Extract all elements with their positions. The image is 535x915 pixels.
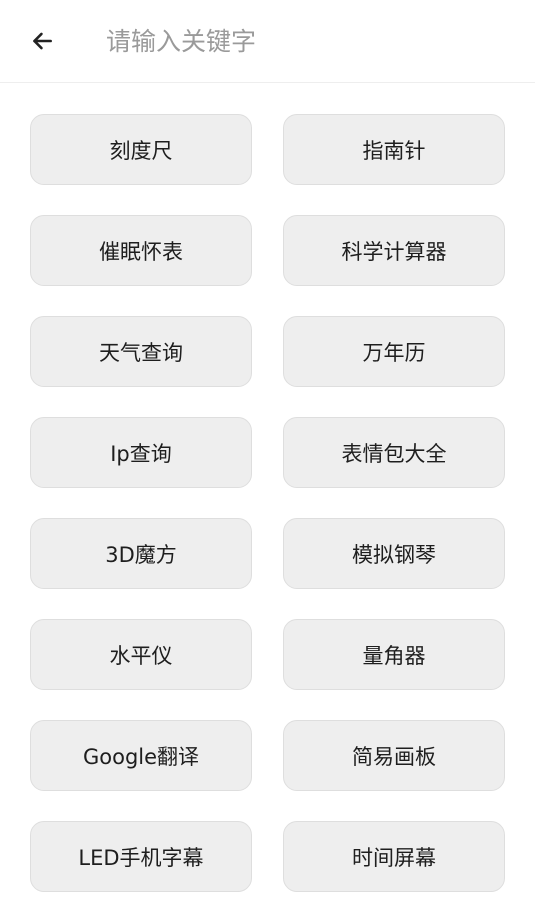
arrow-left-icon — [33, 32, 52, 50]
tool-button-drawing-board[interactable]: 简易画板 — [283, 720, 505, 791]
tool-button-hypnosis-watch[interactable]: 催眠怀表 — [30, 215, 252, 286]
app-screen: 刻度尺 指南针 催眠怀表 科学计算器 天气查询 万年历 Ip查询 表情包大全 3… — [0, 0, 535, 915]
tool-grid: 刻度尺 指南针 催眠怀表 科学计算器 天气查询 万年历 Ip查询 表情包大全 3… — [30, 114, 505, 892]
tool-button-level[interactable]: 水平仪 — [30, 619, 252, 690]
tool-button-piano[interactable]: 模拟钢琴 — [283, 518, 505, 589]
tool-button-time-screen[interactable]: 时间屏幕 — [283, 821, 505, 892]
tool-button-ip-lookup[interactable]: Ip查询 — [30, 417, 252, 488]
tool-button-google-translate[interactable]: Google翻译 — [30, 720, 252, 791]
tool-button-scientific-calculator[interactable]: 科学计算器 — [283, 215, 505, 286]
search-bar — [0, 0, 535, 83]
tool-button-ruler[interactable]: 刻度尺 — [30, 114, 252, 185]
tool-button-calendar[interactable]: 万年历 — [283, 316, 505, 387]
tool-button-protractor[interactable]: 量角器 — [283, 619, 505, 690]
tool-button-led-subtitle[interactable]: LED手机字幕 — [30, 821, 252, 892]
tool-button-weather[interactable]: 天气查询 — [30, 316, 252, 387]
search-input[interactable] — [106, 20, 506, 62]
back-button[interactable] — [22, 21, 62, 61]
tool-button-compass[interactable]: 指南针 — [283, 114, 505, 185]
tool-button-emoji-collection[interactable]: 表情包大全 — [283, 417, 505, 488]
tool-button-3d-cube[interactable]: 3D魔方 — [30, 518, 252, 589]
